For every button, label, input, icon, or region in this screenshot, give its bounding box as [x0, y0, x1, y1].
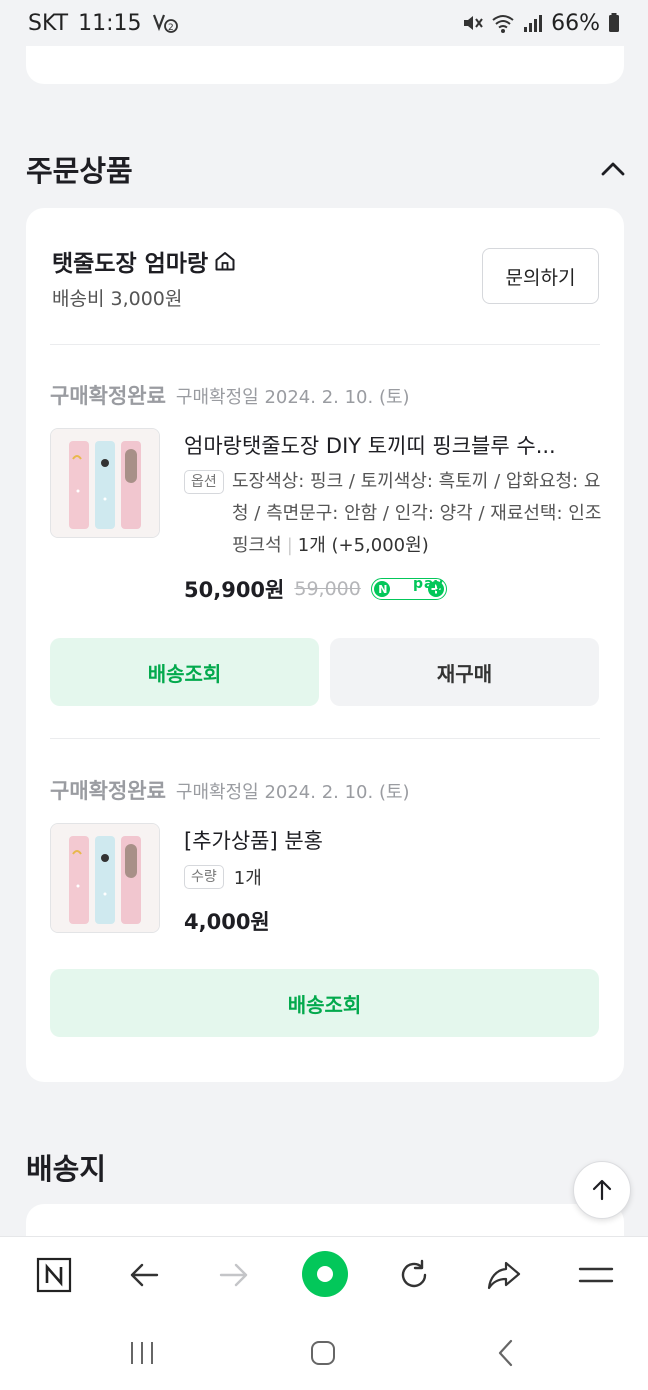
- refresh-button[interactable]: [394, 1255, 434, 1295]
- product-name[interactable]: [추가상품] 분홍: [184, 825, 604, 855]
- share-button[interactable]: [484, 1255, 524, 1295]
- track-delivery-button[interactable]: 배송조회: [50, 638, 319, 706]
- home-button-icon: [311, 1341, 335, 1365]
- status-left: SKT 11:15 2: [28, 11, 178, 36]
- item-status-row: 구매확정완료 구매확정일 2024. 2. 10. (토): [50, 775, 410, 805]
- status-bar: SKT 11:15 2 66%: [0, 0, 648, 46]
- carrier: SKT: [28, 10, 69, 36]
- option-text: 도장색상: 핑크 / 토끼색상: 흑토끼 / 압화요청: 요청 / 측면문구: …: [184, 466, 604, 562]
- inquiry-button[interactable]: 문의하기: [482, 248, 599, 304]
- forward-arrow-icon: [219, 1263, 248, 1287]
- product-name[interactable]: 엄마랑탯줄도장 DIY 토끼띠 핑크블루 수...: [184, 430, 604, 460]
- menu-button[interactable]: [576, 1255, 616, 1295]
- price: 4,000원: [184, 910, 270, 934]
- product-image: [51, 429, 159, 537]
- arrow-up-icon: [592, 1179, 612, 1201]
- price: 50,900원: [184, 578, 285, 602]
- svg-text:2: 2: [168, 23, 174, 33]
- product-thumbnail[interactable]: [50, 823, 160, 933]
- quantity-value: 1개: [233, 868, 262, 889]
- quantity-row: 수량 1개: [184, 864, 262, 890]
- original-price: 59,000: [294, 578, 361, 600]
- page: SKT 11:15 2 66% 주문상품 탯줄도장 엄마랑 배송비 3,000원…: [0, 0, 648, 1390]
- signal-icon: [524, 15, 543, 32]
- home-nav-button[interactable]: [308, 1338, 338, 1368]
- back-button[interactable]: [124, 1255, 164, 1295]
- purchase-status: 구매확정완료: [50, 384, 166, 408]
- back-arrow-icon: [130, 1263, 159, 1287]
- quantity-tag: 수량: [184, 865, 224, 889]
- purchase-date: 구매확정일 2024. 2. 10. (토): [175, 387, 410, 408]
- menu-icon: [578, 1267, 614, 1283]
- npay-label: pay: [413, 576, 445, 592]
- browser-toolbar: [0, 1236, 648, 1316]
- back-nav-button[interactable]: [491, 1338, 521, 1368]
- option-quantity: 1개 (+5,000원): [297, 535, 429, 556]
- forward-button[interactable]: [214, 1255, 254, 1295]
- recent-apps-button[interactable]: [127, 1338, 157, 1368]
- order-card: 탯줄도장 엄마랑 배송비 3,000원 문의하기 구매확정완료 구매확정일 20…: [26, 208, 624, 1082]
- back-chevron-icon: [498, 1339, 513, 1367]
- purchase-date: 구매확정일 2024. 2. 10. (토): [175, 782, 410, 803]
- clock: 11:15: [78, 10, 142, 36]
- wifi-icon: [492, 15, 514, 33]
- product-image: [51, 824, 159, 932]
- seller-name-text: 탯줄도장 엄마랑: [52, 251, 209, 277]
- section-title-order: 주문상품: [26, 154, 133, 188]
- battery-icon: [609, 13, 619, 32]
- home-icon: [215, 252, 235, 271]
- item-status-row: 구매확정완료 구매확정일 2024. 2. 10. (토): [50, 380, 410, 410]
- naver-n-icon: [36, 1257, 72, 1293]
- section-title-shipping: 배송지: [26, 1152, 107, 1186]
- refresh-icon: [401, 1259, 427, 1288]
- purchase-status: 구매확정완료: [50, 779, 166, 803]
- scroll-top-button[interactable]: [573, 1161, 631, 1219]
- price-row: 50,900원 59,000 N: [184, 574, 447, 604]
- track-delivery-button[interactable]: 배송조회: [50, 969, 599, 1037]
- recent-apps-icon: [131, 1342, 153, 1364]
- rebuy-button[interactable]: 재구매: [330, 638, 599, 706]
- green-dot-icon: [302, 1251, 348, 1297]
- volte-icon: 2: [152, 14, 178, 33]
- green-dot-button[interactable]: [302, 1251, 348, 1297]
- qty-separator: |: [286, 535, 293, 556]
- divider: [50, 738, 600, 739]
- seller-name[interactable]: 탯줄도장 엄마랑: [52, 244, 236, 278]
- svg-text:N: N: [378, 583, 387, 596]
- battery-percent: 66%: [551, 10, 600, 36]
- option-tag: 옵션: [184, 470, 224, 494]
- share-icon: [487, 1261, 521, 1290]
- naver-home-button[interactable]: [34, 1255, 74, 1295]
- mute-icon: [464, 16, 483, 30]
- option-block: 옵션 도장색상: 핑크 / 토끼색상: 흑토끼 / 압화요청: 요청 / 측면문…: [184, 466, 604, 562]
- system-nav-bar: [0, 1316, 648, 1390]
- status-right: 66%: [461, 11, 620, 36]
- product-thumbnail[interactable]: [50, 428, 160, 538]
- divider: [50, 344, 600, 345]
- chevron-up-icon[interactable]: [598, 154, 628, 184]
- shipping-fee: 배송비 3,000원: [52, 288, 183, 310]
